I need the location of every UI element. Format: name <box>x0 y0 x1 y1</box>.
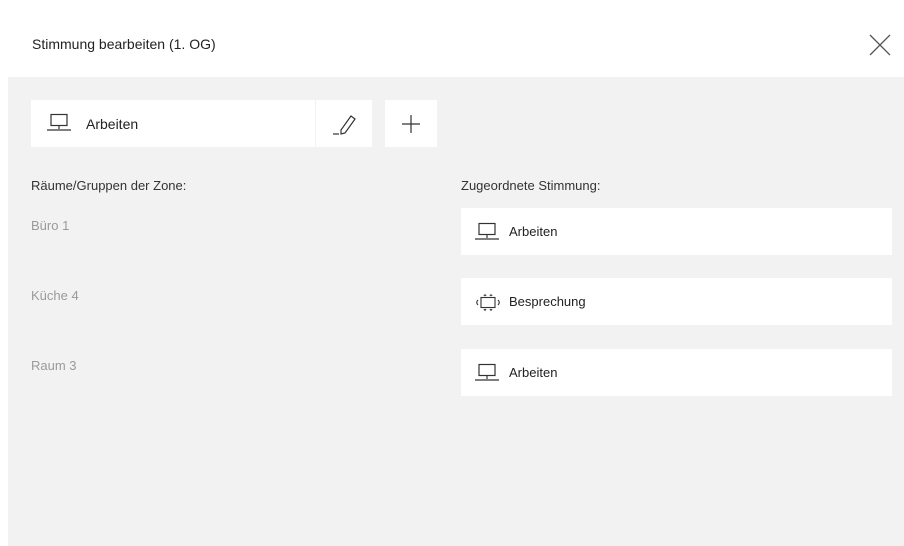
edit-mood-button[interactable] <box>316 100 372 147</box>
mood-selector[interactable]: Arbeiten <box>31 100 315 147</box>
assigned-mood-label: Arbeiten <box>509 365 558 380</box>
room-label: Büro 1 <box>31 218 70 233</box>
monitor-icon <box>475 222 499 240</box>
assigned-mood-label: Arbeiten <box>509 224 558 239</box>
plus-icon <box>402 115 420 133</box>
mood-selector-label: Arbeiten <box>86 116 139 132</box>
dialog-title: Stimmung bearbeiten (1. OG) <box>32 36 216 52</box>
edit-mood-dialog: Stimmung bearbeiten (1. OG) Arbeiten Räu… <box>8 11 904 546</box>
monitor-icon <box>47 113 71 131</box>
assigned-mood-label: Besprechung <box>509 294 586 309</box>
assigned-mood-select[interactable]: Arbeiten <box>461 208 892 255</box>
dialog-header: Stimmung bearbeiten (1. OG) <box>8 11 904 77</box>
assigned-mood-select[interactable]: Arbeiten <box>461 349 892 396</box>
room-label: Raum 3 <box>31 358 77 373</box>
assigned-mood-select[interactable]: Besprechung <box>461 278 892 325</box>
rooms-column-header: Räume/Gruppen der Zone: <box>31 178 187 193</box>
meeting-table-icon <box>476 294 500 311</box>
room-label: Küche 4 <box>31 288 79 303</box>
add-mood-button[interactable] <box>385 100 437 147</box>
close-icon[interactable] <box>868 33 892 57</box>
monitor-icon <box>475 363 499 381</box>
assigned-mood-column-header: Zugeordnete Stimmung: <box>461 178 601 193</box>
pencil-icon <box>333 115 356 135</box>
